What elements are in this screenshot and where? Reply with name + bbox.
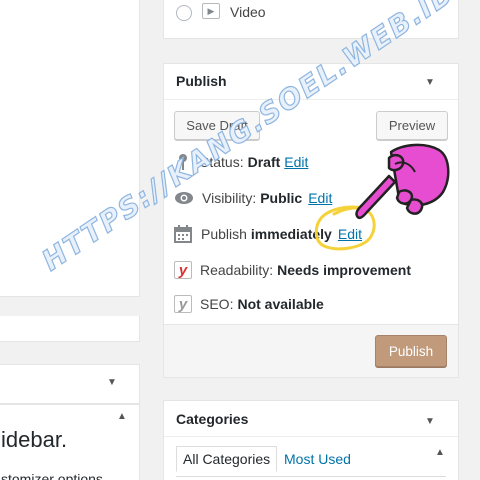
widget-heading: idebar. [1, 427, 68, 452]
tab-all-categories[interactable]: All Categories [176, 446, 278, 472]
visibility-row: Visibility: Public Edit [174, 190, 332, 206]
readability-label: Readability: [200, 262, 274, 278]
divider [164, 436, 458, 437]
publish-box-title: Publish [176, 73, 227, 89]
publish-actions-bar: Publish [163, 324, 459, 378]
categories-toggle-icon[interactable]: ▼ [425, 416, 435, 427]
categories-title: Categories [176, 411, 249, 427]
yoast-readability-icon: y [174, 261, 192, 279]
schedule-label: Publish [201, 226, 247, 242]
video-icon: ▶ [202, 3, 220, 19]
format-video-label: Video [230, 4, 266, 20]
collapse-arrow-icon[interactable]: ▲ [117, 411, 127, 422]
widget-text: stomizer options [1, 471, 103, 480]
toggle-arrow-icon[interactable]: ▼ [107, 377, 117, 388]
visibility-value: Public [260, 190, 303, 206]
format-video-radio[interactable] [176, 5, 192, 21]
seo-row: y SEO: Not available [174, 295, 324, 313]
meta-box-header: ▼ [0, 364, 140, 404]
categories-scroll-up-icon[interactable]: ▲ [435, 447, 445, 458]
readability-row: y Readability: Needs improvement [174, 261, 411, 279]
tab-most-used[interactable]: Most Used [278, 447, 357, 471]
status-edit-link[interactable]: Edit [284, 154, 308, 170]
preview-button[interactable]: Preview [376, 111, 448, 140]
editor-footer-strip [0, 316, 140, 342]
seo-value: Not available [237, 296, 324, 312]
yoast-seo-icon: y [174, 295, 192, 313]
tabs-underline [176, 476, 446, 477]
visibility-label: Visibility: [202, 190, 257, 206]
seo-label: SEO: [200, 296, 234, 312]
publish-button[interactable]: Publish [375, 335, 447, 367]
pointing-hand-icon [355, 143, 450, 220]
categories-box: Categories ▼ ▲ All Categories Most Used [163, 400, 459, 480]
publish-toggle-icon[interactable]: ▼ [425, 77, 435, 88]
status-value: Draft [247, 154, 281, 170]
readability-value: Needs improvement [277, 262, 411, 278]
meta-box-content: ▲ idebar. stomizer options [0, 404, 140, 480]
calendar-icon [174, 225, 192, 243]
